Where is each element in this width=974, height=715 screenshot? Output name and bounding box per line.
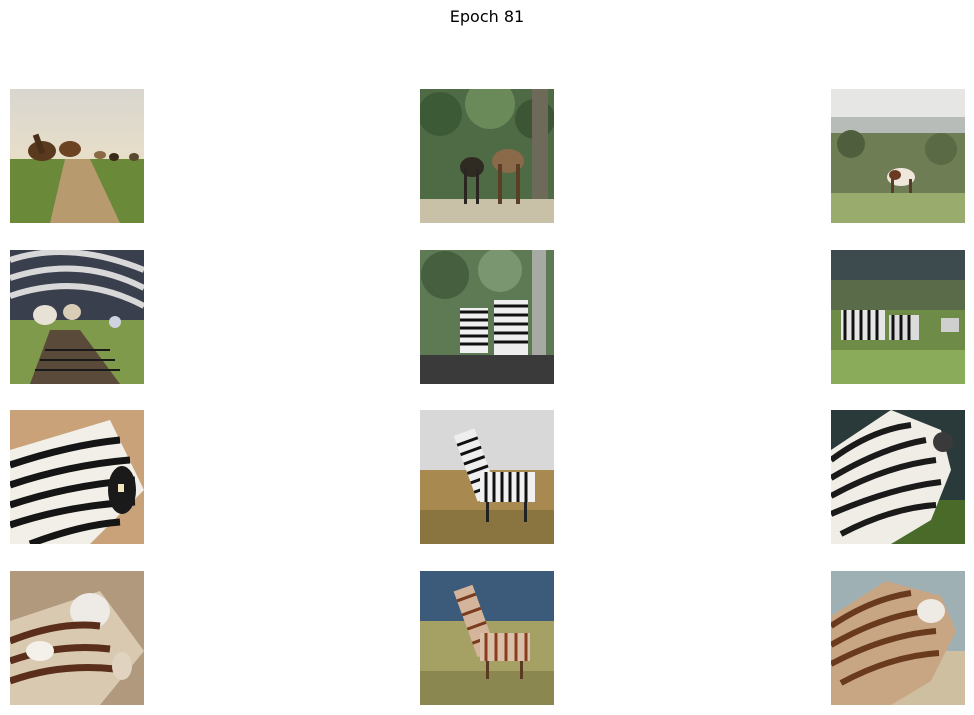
zebra-head-closeup-photo [10, 410, 144, 544]
zebra-neck-profile-photo [831, 410, 965, 544]
generated-brown-horses-on-savanna-image [420, 571, 554, 705]
generated-brown-horse-profile-image [831, 571, 965, 705]
generated-zebras-in-forest-image [420, 250, 554, 384]
pinto-horse-by-coast-photo [831, 89, 965, 223]
figure-title: Epoch 81 [449, 7, 525, 26]
two-zebras-on-savanna-photo [420, 410, 554, 544]
horses-on-dirt-road-photo [10, 89, 144, 223]
generated-zebras-on-grass-image [831, 250, 965, 384]
generated-brown-horse-closeup-image [10, 571, 144, 705]
two-horses-in-forest-photo [420, 89, 554, 223]
generated-zebras-on-road-image [10, 250, 144, 384]
